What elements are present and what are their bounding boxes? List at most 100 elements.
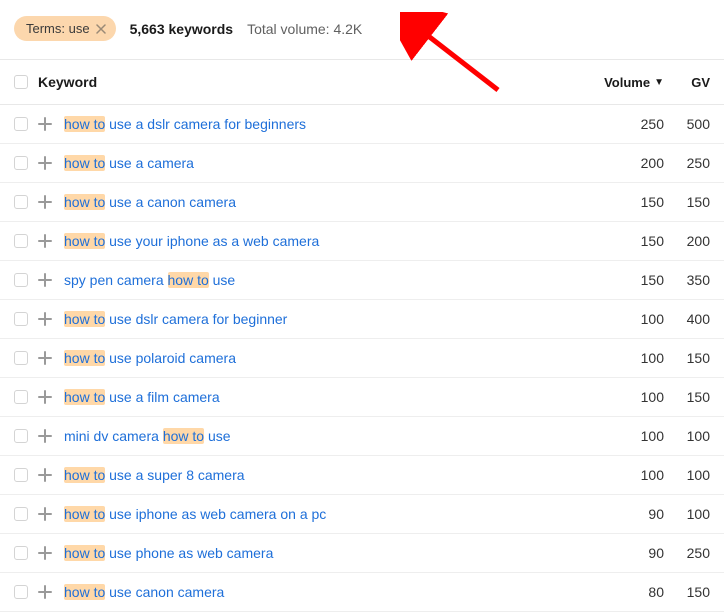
row-volume-value: 250 bbox=[584, 116, 664, 132]
keyword-link[interactable]: how to use phone as web camera bbox=[64, 545, 584, 561]
expand-icon[interactable] bbox=[38, 429, 64, 443]
keyword-link[interactable]: how to use a film camera bbox=[64, 389, 584, 405]
table-header: Keyword Volume ▼ GV bbox=[0, 60, 724, 105]
row-checkbox[interactable] bbox=[14, 195, 28, 209]
keyword-link[interactable]: how to use your iphone as a web camera bbox=[64, 233, 584, 249]
row-checkbox-cell bbox=[14, 507, 38, 521]
row-checkbox-cell bbox=[14, 429, 38, 443]
keyword-link[interactable]: how to use iphone as web camera on a pc bbox=[64, 506, 584, 522]
row-gv-value: 250 bbox=[664, 545, 710, 561]
expand-icon[interactable] bbox=[38, 585, 64, 599]
row-checkbox[interactable] bbox=[14, 585, 28, 599]
row-checkbox[interactable] bbox=[14, 546, 28, 560]
column-header-keyword[interactable]: Keyword bbox=[38, 74, 584, 90]
expand-icon[interactable] bbox=[38, 234, 64, 248]
row-volume-value: 100 bbox=[584, 467, 664, 483]
expand-icon[interactable] bbox=[38, 312, 64, 326]
column-header-gv[interactable]: GV bbox=[664, 75, 710, 90]
row-volume-value: 90 bbox=[584, 506, 664, 522]
row-gv-value: 100 bbox=[664, 467, 710, 483]
expand-icon[interactable] bbox=[38, 507, 64, 521]
expand-icon[interactable] bbox=[38, 273, 64, 287]
select-all-checkbox[interactable] bbox=[14, 75, 28, 89]
total-volume-label: Total volume: 4.2K bbox=[247, 21, 362, 37]
row-volume-value: 150 bbox=[584, 194, 664, 210]
table-row: how to use phone as web camera90250 bbox=[0, 534, 724, 573]
row-checkbox-cell bbox=[14, 468, 38, 482]
keyword-link[interactable]: how to use a canon camera bbox=[64, 194, 584, 210]
row-checkbox-cell bbox=[14, 234, 38, 248]
row-gv-value: 150 bbox=[664, 350, 710, 366]
row-checkbox-cell bbox=[14, 351, 38, 365]
row-checkbox-cell bbox=[14, 156, 38, 170]
row-checkbox[interactable] bbox=[14, 429, 28, 443]
row-checkbox[interactable] bbox=[14, 351, 28, 365]
row-checkbox-cell bbox=[14, 312, 38, 326]
keyword-link[interactable]: mini dv camera how to use bbox=[64, 428, 584, 444]
row-volume-value: 100 bbox=[584, 389, 664, 405]
table-row: how to use your iphone as a web camera15… bbox=[0, 222, 724, 261]
row-gv-value: 150 bbox=[664, 584, 710, 600]
keyword-count: 5,663 keywords bbox=[130, 21, 234, 37]
table-row: how to use iphone as web camera on a pc9… bbox=[0, 495, 724, 534]
expand-icon[interactable] bbox=[38, 351, 64, 365]
row-checkbox-cell bbox=[14, 273, 38, 287]
expand-icon[interactable] bbox=[38, 468, 64, 482]
row-checkbox[interactable] bbox=[14, 117, 28, 131]
table-row: how to use a dslr camera for beginners25… bbox=[0, 105, 724, 144]
row-gv-value: 150 bbox=[664, 389, 710, 405]
row-checkbox[interactable] bbox=[14, 390, 28, 404]
table-row: spy pen camera how to use150350 bbox=[0, 261, 724, 300]
keyword-link[interactable]: how to use a super 8 camera bbox=[64, 467, 584, 483]
expand-icon[interactable] bbox=[38, 390, 64, 404]
filter-pill[interactable]: Terms: use bbox=[14, 16, 116, 41]
keyword-link[interactable]: how to use polaroid camera bbox=[64, 350, 584, 366]
filter-summary-bar: Terms: use 5,663 keywords Total volume: … bbox=[0, 0, 724, 60]
expand-icon[interactable] bbox=[38, 117, 64, 131]
expand-icon[interactable] bbox=[38, 195, 64, 209]
keyword-link[interactable]: how to use dslr camera for beginner bbox=[64, 311, 584, 327]
row-volume-value: 100 bbox=[584, 311, 664, 327]
keyword-link[interactable]: how to use canon camera bbox=[64, 584, 584, 600]
row-volume-value: 100 bbox=[584, 350, 664, 366]
column-header-volume[interactable]: Volume ▼ bbox=[584, 75, 664, 90]
row-gv-value: 250 bbox=[664, 155, 710, 171]
row-checkbox[interactable] bbox=[14, 312, 28, 326]
row-checkbox-cell bbox=[14, 390, 38, 404]
table-row: how to use a canon camera150150 bbox=[0, 183, 724, 222]
row-gv-value: 150 bbox=[664, 194, 710, 210]
row-volume-value: 80 bbox=[584, 584, 664, 600]
row-gv-value: 350 bbox=[664, 272, 710, 288]
row-checkbox-cell bbox=[14, 195, 38, 209]
row-checkbox-cell bbox=[14, 117, 38, 131]
select-all-checkbox-cell bbox=[14, 75, 38, 89]
row-checkbox-cell bbox=[14, 546, 38, 560]
row-volume-value: 150 bbox=[584, 272, 664, 288]
row-checkbox[interactable] bbox=[14, 273, 28, 287]
close-icon[interactable] bbox=[96, 24, 106, 34]
row-checkbox[interactable] bbox=[14, 156, 28, 170]
expand-icon[interactable] bbox=[38, 156, 64, 170]
table-row: how to use polaroid camera100150 bbox=[0, 339, 724, 378]
row-volume-value: 90 bbox=[584, 545, 664, 561]
row-checkbox[interactable] bbox=[14, 468, 28, 482]
row-checkbox[interactable] bbox=[14, 507, 28, 521]
row-gv-value: 100 bbox=[664, 428, 710, 444]
keyword-link[interactable]: how to use a camera bbox=[64, 155, 584, 171]
table-row: mini dv camera how to use100100 bbox=[0, 417, 724, 456]
table-row: how to use canon camera80150 bbox=[0, 573, 724, 612]
row-volume-value: 150 bbox=[584, 233, 664, 249]
keyword-link[interactable]: how to use a dslr camera for beginners bbox=[64, 116, 584, 132]
row-volume-value: 100 bbox=[584, 428, 664, 444]
expand-icon[interactable] bbox=[38, 546, 64, 560]
keyword-link[interactable]: spy pen camera how to use bbox=[64, 272, 584, 288]
row-checkbox-cell bbox=[14, 585, 38, 599]
row-gv-value: 100 bbox=[664, 506, 710, 522]
keyword-table-body: how to use a dslr camera for beginners25… bbox=[0, 105, 724, 612]
table-row: how to use a camera200250 bbox=[0, 144, 724, 183]
row-checkbox[interactable] bbox=[14, 234, 28, 248]
row-gv-value: 200 bbox=[664, 233, 710, 249]
row-gv-value: 400 bbox=[664, 311, 710, 327]
row-gv-value: 500 bbox=[664, 116, 710, 132]
sort-descending-icon: ▼ bbox=[654, 77, 664, 88]
